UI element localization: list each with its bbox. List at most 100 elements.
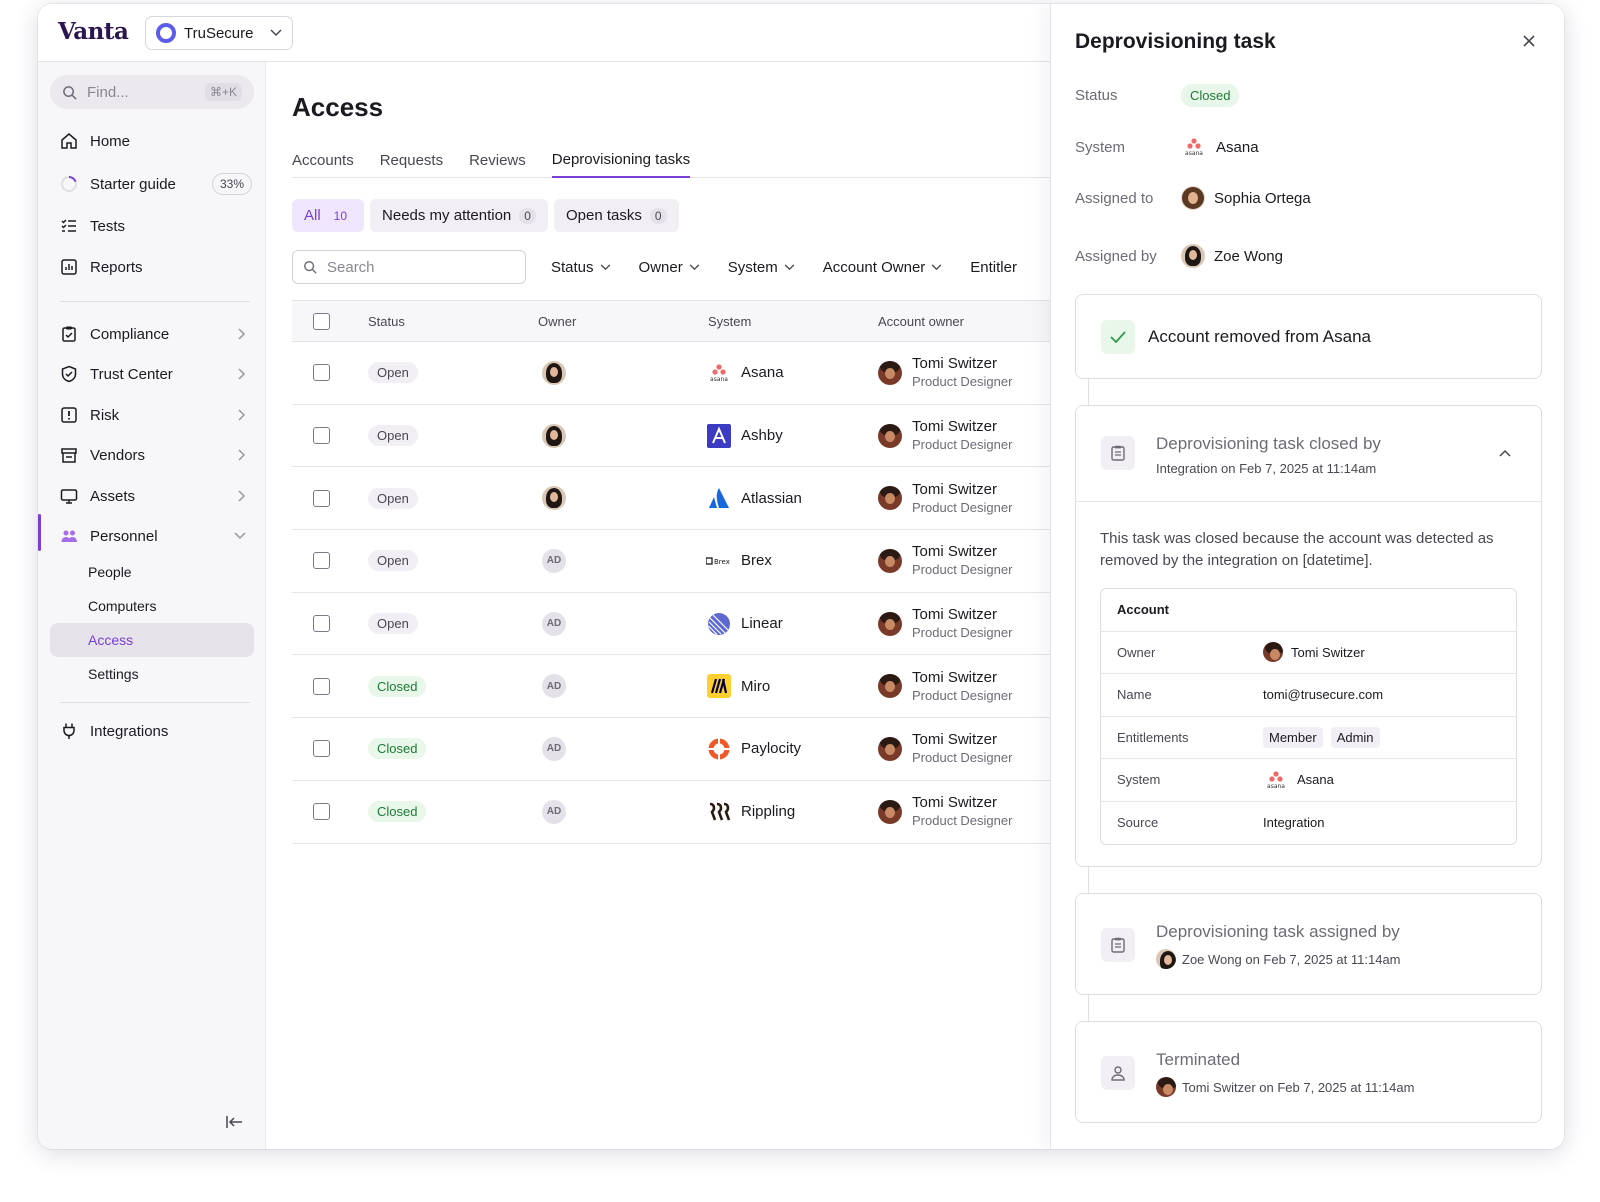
table-row[interactable]: Open Ashby Tomi Switzer Product Designer [292,405,1072,468]
filter-label: Account Owner [822,258,926,276]
table-row[interactable]: Open AD Brex Brex Tomi Switzer Product Design… [292,530,1072,593]
tab-accounts[interactable]: Accounts [292,142,354,178]
col-account-owner[interactable]: Account owner [878,301,964,341]
find-input[interactable]: Find... ⌘+K [50,75,254,109]
progress-icon [61,176,77,192]
sidebar-item-personnel[interactable]: Personnel [50,519,254,553]
account-owner-role: Product Designer [912,750,1013,766]
sidebar-item-label: Personnel [90,527,158,545]
assigner-name[interactable]: Zoe Wong [1214,248,1283,265]
row-checkbox[interactable] [313,489,330,507]
sidebar: Find... ⌘+K Home Starter guide 33% Tests… [38,62,266,1149]
table-row[interactable]: Open asana Asana Tomi Switzer Product Design… [292,342,1072,405]
sidebar-sub-people[interactable]: People [50,555,254,589]
svg-text:asana: asana [1267,783,1285,790]
chip-open-tasks[interactable]: Open tasks 0 [553,199,679,232]
meta-label: Assigned to [1075,189,1154,207]
sidebar-item-assets[interactable]: Assets [50,479,254,513]
status-badge: Closed [1181,84,1240,107]
field-value: tomi@trusecure.com [1263,687,1384,703]
row-checkbox[interactable] [313,552,330,570]
filter-system[interactable]: System [728,259,795,276]
collapse-sidebar-icon[interactable] [226,1115,244,1129]
table-row[interactable]: Closed AD Miro Tomi Switzer Product Designer [292,655,1072,719]
account-header-row: Account [1101,589,1516,632]
account-owner-role: Product Designer [912,437,1013,453]
event-title: Terminated [1156,1050,1241,1069]
status-badge: Closed [368,738,427,760]
miro-logo [706,673,732,699]
system-name: Rippling [741,803,796,821]
row-checkbox[interactable] [313,803,330,821]
top-bar: Vanta TruSecure [38,4,1050,62]
row-checkbox[interactable] [313,364,330,382]
tab-requests[interactable]: Requests [380,142,443,178]
table-row[interactable]: Closed AD Paylocity Tomi Switzer Product Des… [292,718,1072,781]
status-badge: Closed [368,801,427,823]
sidebar-item-risk[interactable]: Risk [50,398,254,432]
select-all-checkbox[interactable] [313,312,330,330]
sidebar-item-compliance[interactable]: Compliance [50,317,254,351]
event-task-assigned: Deprovisioning task assigned by Zoe Wong… [1075,893,1542,995]
sidebar-item-label: Vendors [90,446,146,464]
active-section-indicator [38,514,41,551]
org-switcher[interactable]: TruSecure [145,16,293,50]
filter-account-owner[interactable]: Account Owner [823,259,943,276]
org-icon [156,23,176,43]
sidebar-item-trust-center[interactable]: Trust Center [50,357,254,391]
detail-panel: Deprovisioning task Status Closed System… [1050,4,1564,1149]
account-owner-role: Product Designer [912,374,1013,390]
account-owner-name: Tomi Switzer [912,418,998,436]
sidebar-sub-computers[interactable]: Computers [50,589,254,623]
meta-status: Status Closed [1075,84,1240,107]
paylocity-logo [706,736,732,762]
chevron-right-icon [238,409,246,421]
col-status[interactable]: Status [368,301,405,341]
close-icon[interactable] [1520,32,1538,50]
tab-deprovisioning-tasks[interactable]: Deprovisioning tasks [551,142,691,178]
filter-owner[interactable]: Owner [639,259,700,276]
vanta-logo[interactable]: Vanta [58,18,129,45]
filter-status[interactable]: Status [551,259,611,276]
tab-reviews[interactable]: Reviews [469,142,526,178]
col-owner[interactable]: Owner [538,301,576,341]
table-body: Open asana Asana Tomi Switzer Product Design… [292,342,1072,844]
row-checkbox[interactable] [313,427,330,445]
col-system[interactable]: System [708,301,751,341]
sidebar-item-home[interactable]: Home [50,124,254,158]
sidebar-item-tests[interactable]: Tests [50,209,254,243]
filter-entitlements[interactable]: Entitler [970,259,1017,276]
table-row[interactable]: Open Atlassian Tomi Switzer Product Designe… [292,467,1072,531]
sidebar-item-reports[interactable]: Reports [50,250,254,284]
sidebar-item-label: Starter guide [90,175,176,193]
chip-needs-attention[interactable]: Needs my attention 0 [370,199,548,232]
sidebar-item-integrations[interactable]: Integrations [50,714,254,748]
meta-assigned-by: Assigned by Zoe Wong [1075,244,1283,268]
linear-logo [706,611,732,637]
search-input[interactable]: Search [292,250,526,284]
row-checkbox[interactable] [313,615,330,633]
sidebar-sub-settings[interactable]: Settings [50,657,254,691]
chevron-up-icon[interactable] [1499,449,1511,457]
monitor-icon [60,489,78,504]
sidebar-sub-access[interactable]: Access [50,623,254,657]
assignee-name[interactable]: Sophia Ortega [1214,190,1311,207]
avatar [1181,186,1205,210]
table-row[interactable]: Open AD Linear Tomi Switzer Product Designer [292,593,1072,656]
sidebar-item-starter-guide[interactable]: Starter guide 33% [50,167,254,201]
chip-all[interactable]: All 10 [292,199,365,232]
chip-label: Needs my attention [382,207,512,224]
event-task-closed: Deprovisioning task closed by Integratio… [1075,405,1542,867]
row-checkbox[interactable] [313,740,330,758]
table-row[interactable]: Closed AD Rippling Tomi Switzer Product Desi… [292,781,1072,844]
event-subtitle: Integration on Feb 7, 2025 at 11:14am [1156,461,1377,476]
account-row-name: Name tomi@trusecure.com [1101,674,1516,717]
row-checkbox[interactable] [313,677,330,695]
status-badge: Open [368,613,418,635]
svg-text:asana: asana [1185,150,1203,157]
chevron-down-icon [689,263,700,270]
sidebar-item-vendors[interactable]: Vendors [50,438,254,472]
timeline-connector [1088,995,1089,1021]
event-header[interactable] [1076,406,1541,502]
search-placeholder: Search [327,258,375,276]
